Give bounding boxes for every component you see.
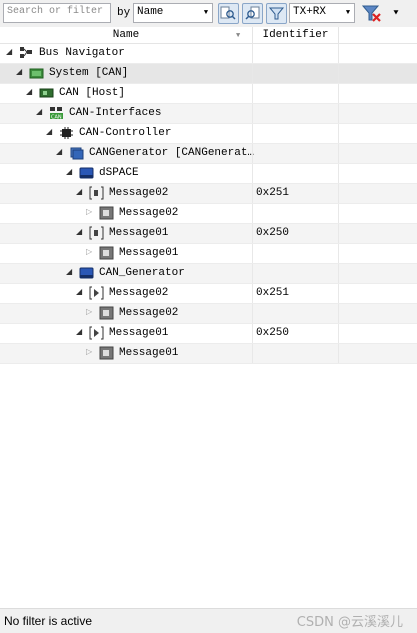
tree-node-label: System [CAN] xyxy=(49,67,129,79)
tree-node-label: CAN-Interfaces xyxy=(69,107,162,119)
clear-filter-button[interactable] xyxy=(361,3,383,24)
tree-node-label: Message02 xyxy=(109,187,169,199)
collapse-arrow-icon[interactable]: ◢ xyxy=(76,228,85,238)
tree-node-label: CAN [Host] xyxy=(59,87,126,99)
tree-row[interactable]: ◢ CAN [Host] xyxy=(0,84,417,104)
tree-row[interactable]: ◢ dSPACE xyxy=(0,164,417,184)
find-next-button[interactable] xyxy=(242,3,263,24)
status-bar: No filter is active CSDN @云溪溪儿 xyxy=(0,608,417,633)
find-previous-button[interactable] xyxy=(218,3,239,24)
tree-node-label: Message02 xyxy=(119,307,179,319)
direction-dropdown[interactable]: TX+RX ▼ xyxy=(289,3,355,23)
collapse-arrow-icon[interactable]: ◢ xyxy=(66,168,75,178)
tree-row[interactable]: ◢ CANGenerator [CANGenerat… xyxy=(0,144,417,164)
identifier-value: 0x250 xyxy=(256,227,290,239)
message-icon xyxy=(99,246,114,260)
search-by-dropdown[interactable]: Name ▼ xyxy=(133,3,213,23)
tree-node-label: Message01 xyxy=(119,247,179,259)
tree-row[interactable]: ◢ Bus Navigator xyxy=(0,44,417,64)
bus-navigator-icon xyxy=(19,46,34,60)
direction-value: TX+RX xyxy=(293,6,327,18)
column-header: Name ▼ Identifier xyxy=(0,27,417,44)
watermark: CSDN @云溪溪儿 xyxy=(296,615,403,630)
sort-descending-icon: ▼ xyxy=(236,32,241,40)
collapse-arrow-icon[interactable]: ◢ xyxy=(56,148,65,158)
collapse-arrow-icon[interactable]: ◢ xyxy=(76,288,85,298)
identifier-value: 0x251 xyxy=(256,187,290,199)
collapse-arrow-icon[interactable]: ◢ xyxy=(76,328,85,338)
tree-node-label: dSPACE xyxy=(99,167,139,179)
tx-message-icon xyxy=(89,286,104,300)
tree-row[interactable]: ◢ CAN-Controller xyxy=(0,124,417,144)
tree-row[interactable]: ▷ Message01 xyxy=(0,344,417,364)
tree-node-label: Bus Navigator xyxy=(39,47,125,59)
rx-message-icon xyxy=(89,186,104,200)
system-icon xyxy=(29,66,44,80)
tree-row[interactable]: ◢ Message02 0x251 xyxy=(0,284,417,304)
tree-node-label: Message02 xyxy=(119,207,179,219)
svg-text:CAN: CAN xyxy=(51,115,62,121)
identifier-value: 0x250 xyxy=(256,327,290,339)
chevron-down-icon: ▼ xyxy=(203,9,209,17)
tree-node-label: CAN-Controller xyxy=(79,127,172,139)
search-by-value: Name xyxy=(137,6,164,18)
column-header-identifier[interactable]: Identifier xyxy=(253,27,339,43)
search-input[interactable]: Search or filter tex xyxy=(3,3,111,23)
tx-message-icon xyxy=(89,326,104,340)
filter-list-button[interactable] xyxy=(266,3,287,24)
tree-node-label: CAN_Generator xyxy=(99,267,185,279)
tree-row[interactable]: ▷ Message02 xyxy=(0,304,417,324)
collapse-arrow-icon[interactable]: ◢ xyxy=(66,268,75,278)
tree-row[interactable]: ◢ Message01 0x250 xyxy=(0,224,417,244)
collapse-arrow-icon[interactable]: ◢ xyxy=(36,108,45,118)
message-icon xyxy=(99,346,114,360)
bus-icon xyxy=(79,166,94,180)
tree-row[interactable]: ◢ CAN CAN-Interfaces xyxy=(0,104,417,124)
generator-icon xyxy=(69,146,84,160)
clear-filter-icon xyxy=(361,5,381,22)
rx-message-icon xyxy=(89,226,104,240)
toolbar-overflow-icon[interactable]: ⯆ xyxy=(390,8,402,20)
tree-row[interactable]: ◢ System [CAN] xyxy=(0,64,417,84)
tree-node-label: CANGenerator [CANGenerat… xyxy=(89,147,255,159)
collapse-arrow-icon[interactable]: ◢ xyxy=(6,48,15,58)
identifier-value: 0x251 xyxy=(256,287,290,299)
expand-arrow-icon[interactable]: ▷ xyxy=(86,308,95,318)
tree-node-label: Message01 xyxy=(109,227,169,239)
tree-row[interactable]: ◢ Message01 0x250 xyxy=(0,324,417,344)
collapse-arrow-icon[interactable]: ◢ xyxy=(46,128,55,138)
column-header-name[interactable]: Name xyxy=(0,27,253,43)
tree-row[interactable]: ▷ Message02 xyxy=(0,204,417,224)
by-label: by xyxy=(117,7,131,19)
tree-row[interactable]: ◢ CAN_Generator xyxy=(0,264,417,284)
bus-navigator-tree: ◢ Bus Navigator ◢ System [CAN] ◢ CAN [Host] ◢ C… xyxy=(0,44,417,364)
expand-arrow-icon[interactable]: ▷ xyxy=(86,208,95,218)
expand-arrow-icon[interactable]: ▷ xyxy=(86,348,95,358)
toolbar: Search or filter tex by Name ▼ TX+RX ▼ xyxy=(0,0,417,28)
tree-node-label: Message01 xyxy=(109,327,169,339)
collapse-arrow-icon[interactable]: ◢ xyxy=(76,188,85,198)
collapse-arrow-icon[interactable]: ◢ xyxy=(16,68,25,78)
tree-node-label: Message02 xyxy=(109,287,169,299)
filter-status-text: No filter is active xyxy=(4,614,93,628)
message-icon xyxy=(99,306,114,320)
filter-list-icon xyxy=(268,7,285,20)
tree-node-label: Message01 xyxy=(119,347,179,359)
message-icon xyxy=(99,206,114,220)
expand-arrow-icon[interactable]: ▷ xyxy=(86,248,95,258)
search-previous-icon xyxy=(220,6,236,20)
tree-row[interactable]: ▷ Message01 xyxy=(0,244,417,264)
collapse-arrow-icon[interactable]: ◢ xyxy=(26,88,35,98)
can-interfaces-icon: CAN xyxy=(49,106,64,121)
chip-icon xyxy=(59,126,74,140)
search-next-icon xyxy=(245,6,260,20)
chevron-down-icon: ▼ xyxy=(345,9,351,17)
tree-row[interactable]: ◢ Message02 0x251 xyxy=(0,184,417,204)
can-host-icon xyxy=(39,86,54,100)
bus-icon xyxy=(79,266,94,280)
